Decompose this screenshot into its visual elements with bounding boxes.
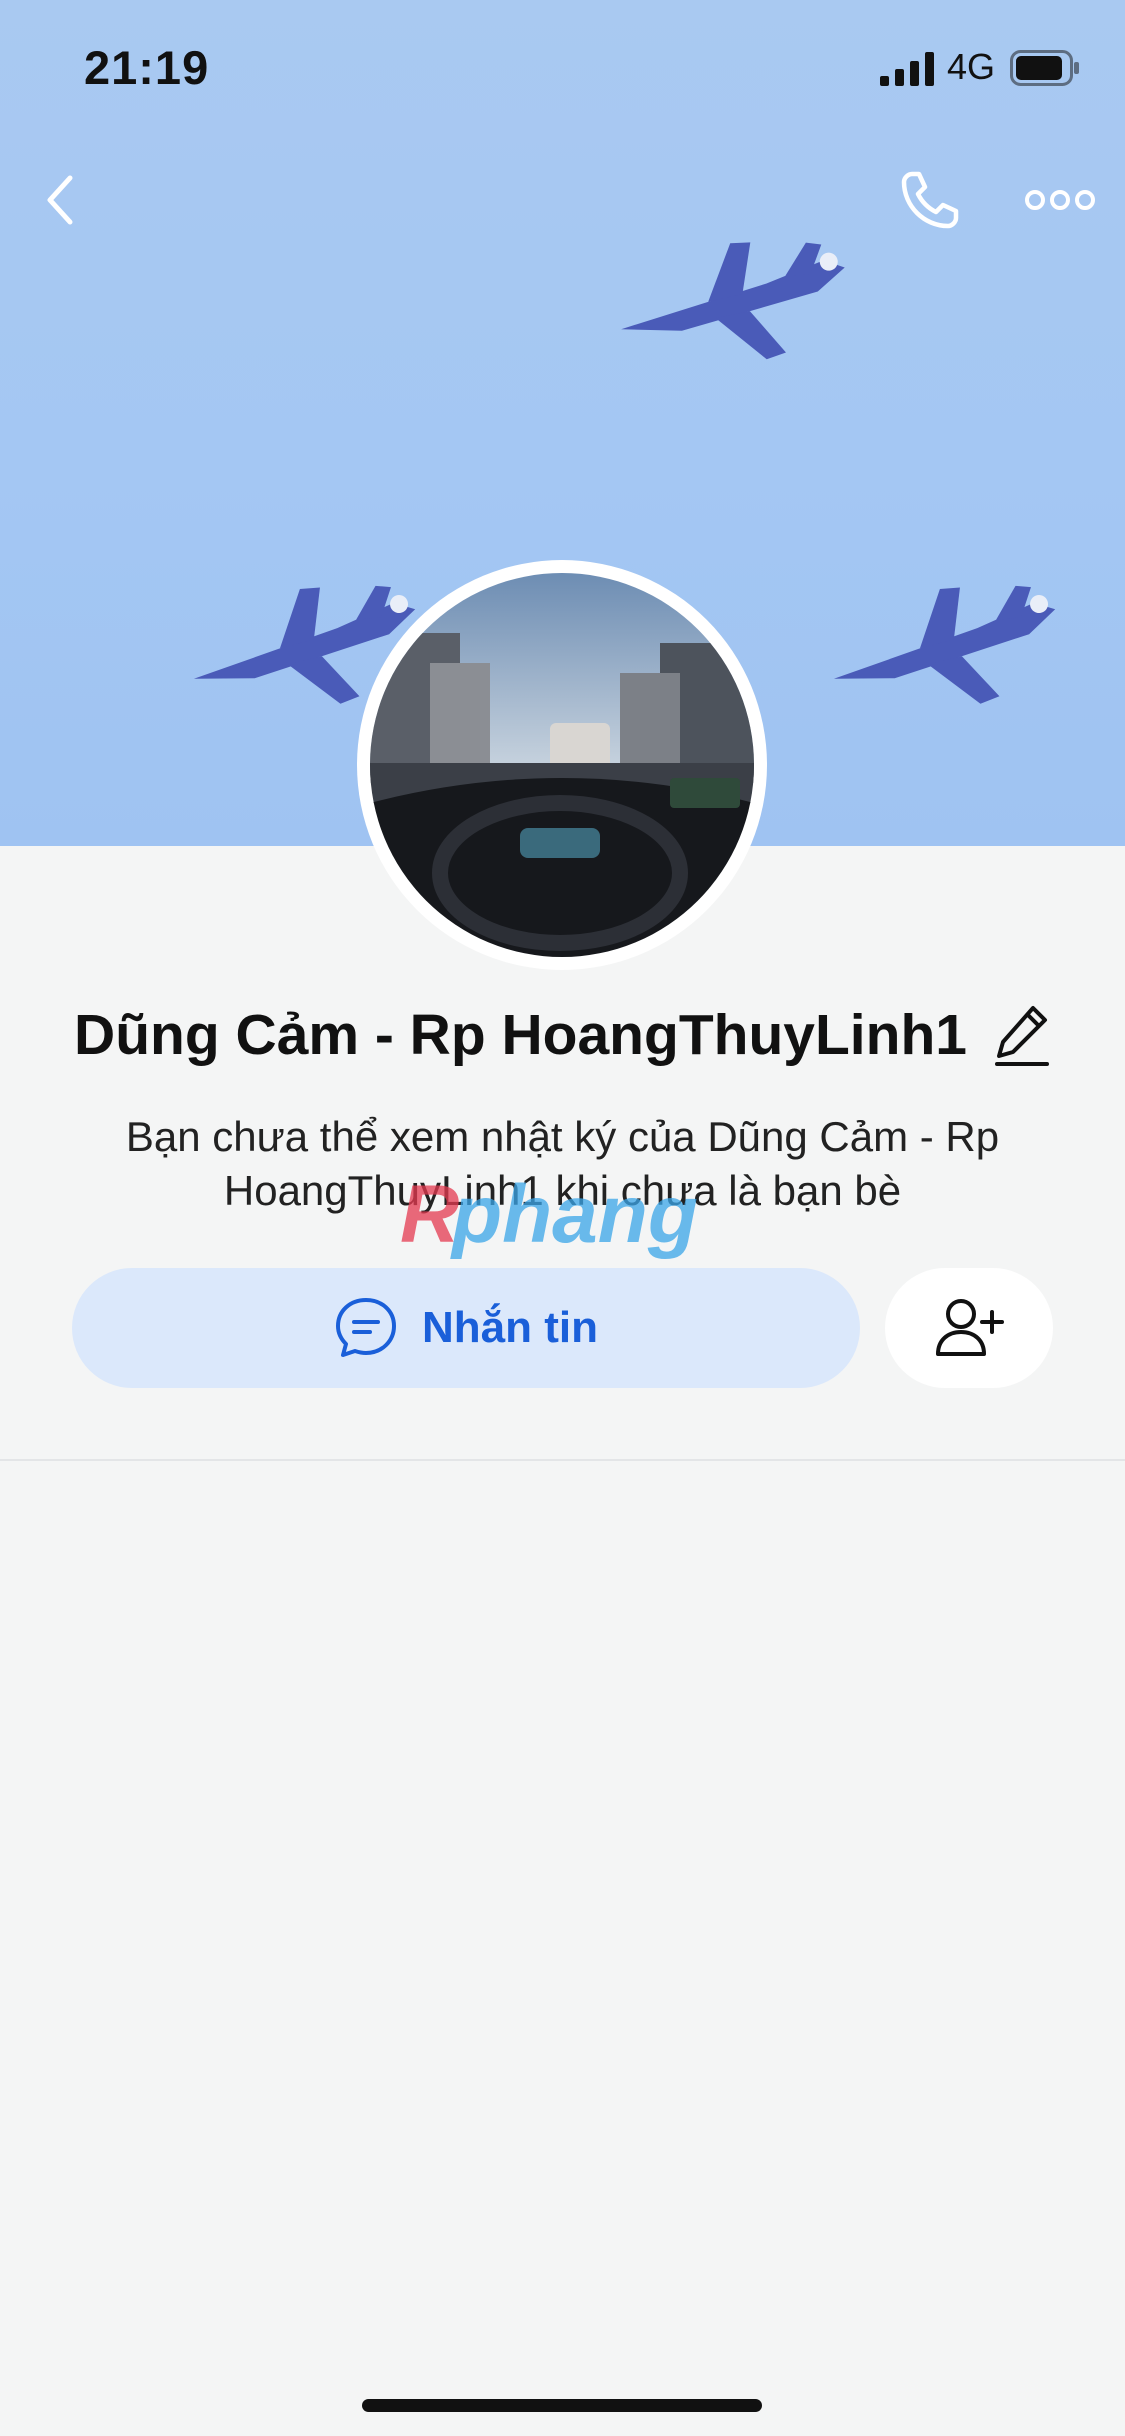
add-friend-icon <box>936 1299 1004 1356</box>
svg-text:R: R <box>400 1170 459 1260</box>
profile-name: Dũng Cảm - Rp HoangThuyLinh1 <box>74 1003 967 1067</box>
section-divider <box>0 1459 1125 1461</box>
status-time: 21:19 <box>84 41 210 94</box>
call-button[interactable] <box>890 160 970 240</box>
status-bar: 21:19 4G <box>0 0 1125 140</box>
network-type: 4G <box>947 46 996 87</box>
avatar-image <box>370 573 754 957</box>
avatar[interactable] <box>370 573 754 957</box>
profile-name-row: Dũng Cảm - Rp HoangThuyLinh1 <box>0 995 1125 1075</box>
add-friend-button[interactable] <box>885 1268 1053 1388</box>
chat-bubble-icon <box>336 1298 396 1357</box>
watermark-logo: R phang <box>400 1170 698 1260</box>
svg-text:phang: phang <box>450 1170 698 1260</box>
message-button[interactable]: Nhắn tin <box>72 1268 860 1388</box>
home-indicator[interactable] <box>362 2399 762 2412</box>
pencil-icon[interactable] <box>993 1002 1051 1068</box>
message-button-label: Nhắn tin <box>422 1303 598 1352</box>
chevron-left-icon <box>47 175 73 225</box>
more-options-button[interactable] <box>1020 170 1100 230</box>
more-dots-icon <box>1025 190 1095 210</box>
signal-icon <box>880 52 934 86</box>
phone-icon <box>901 171 959 229</box>
back-button[interactable] <box>30 160 90 240</box>
battery-icon <box>1010 50 1079 86</box>
